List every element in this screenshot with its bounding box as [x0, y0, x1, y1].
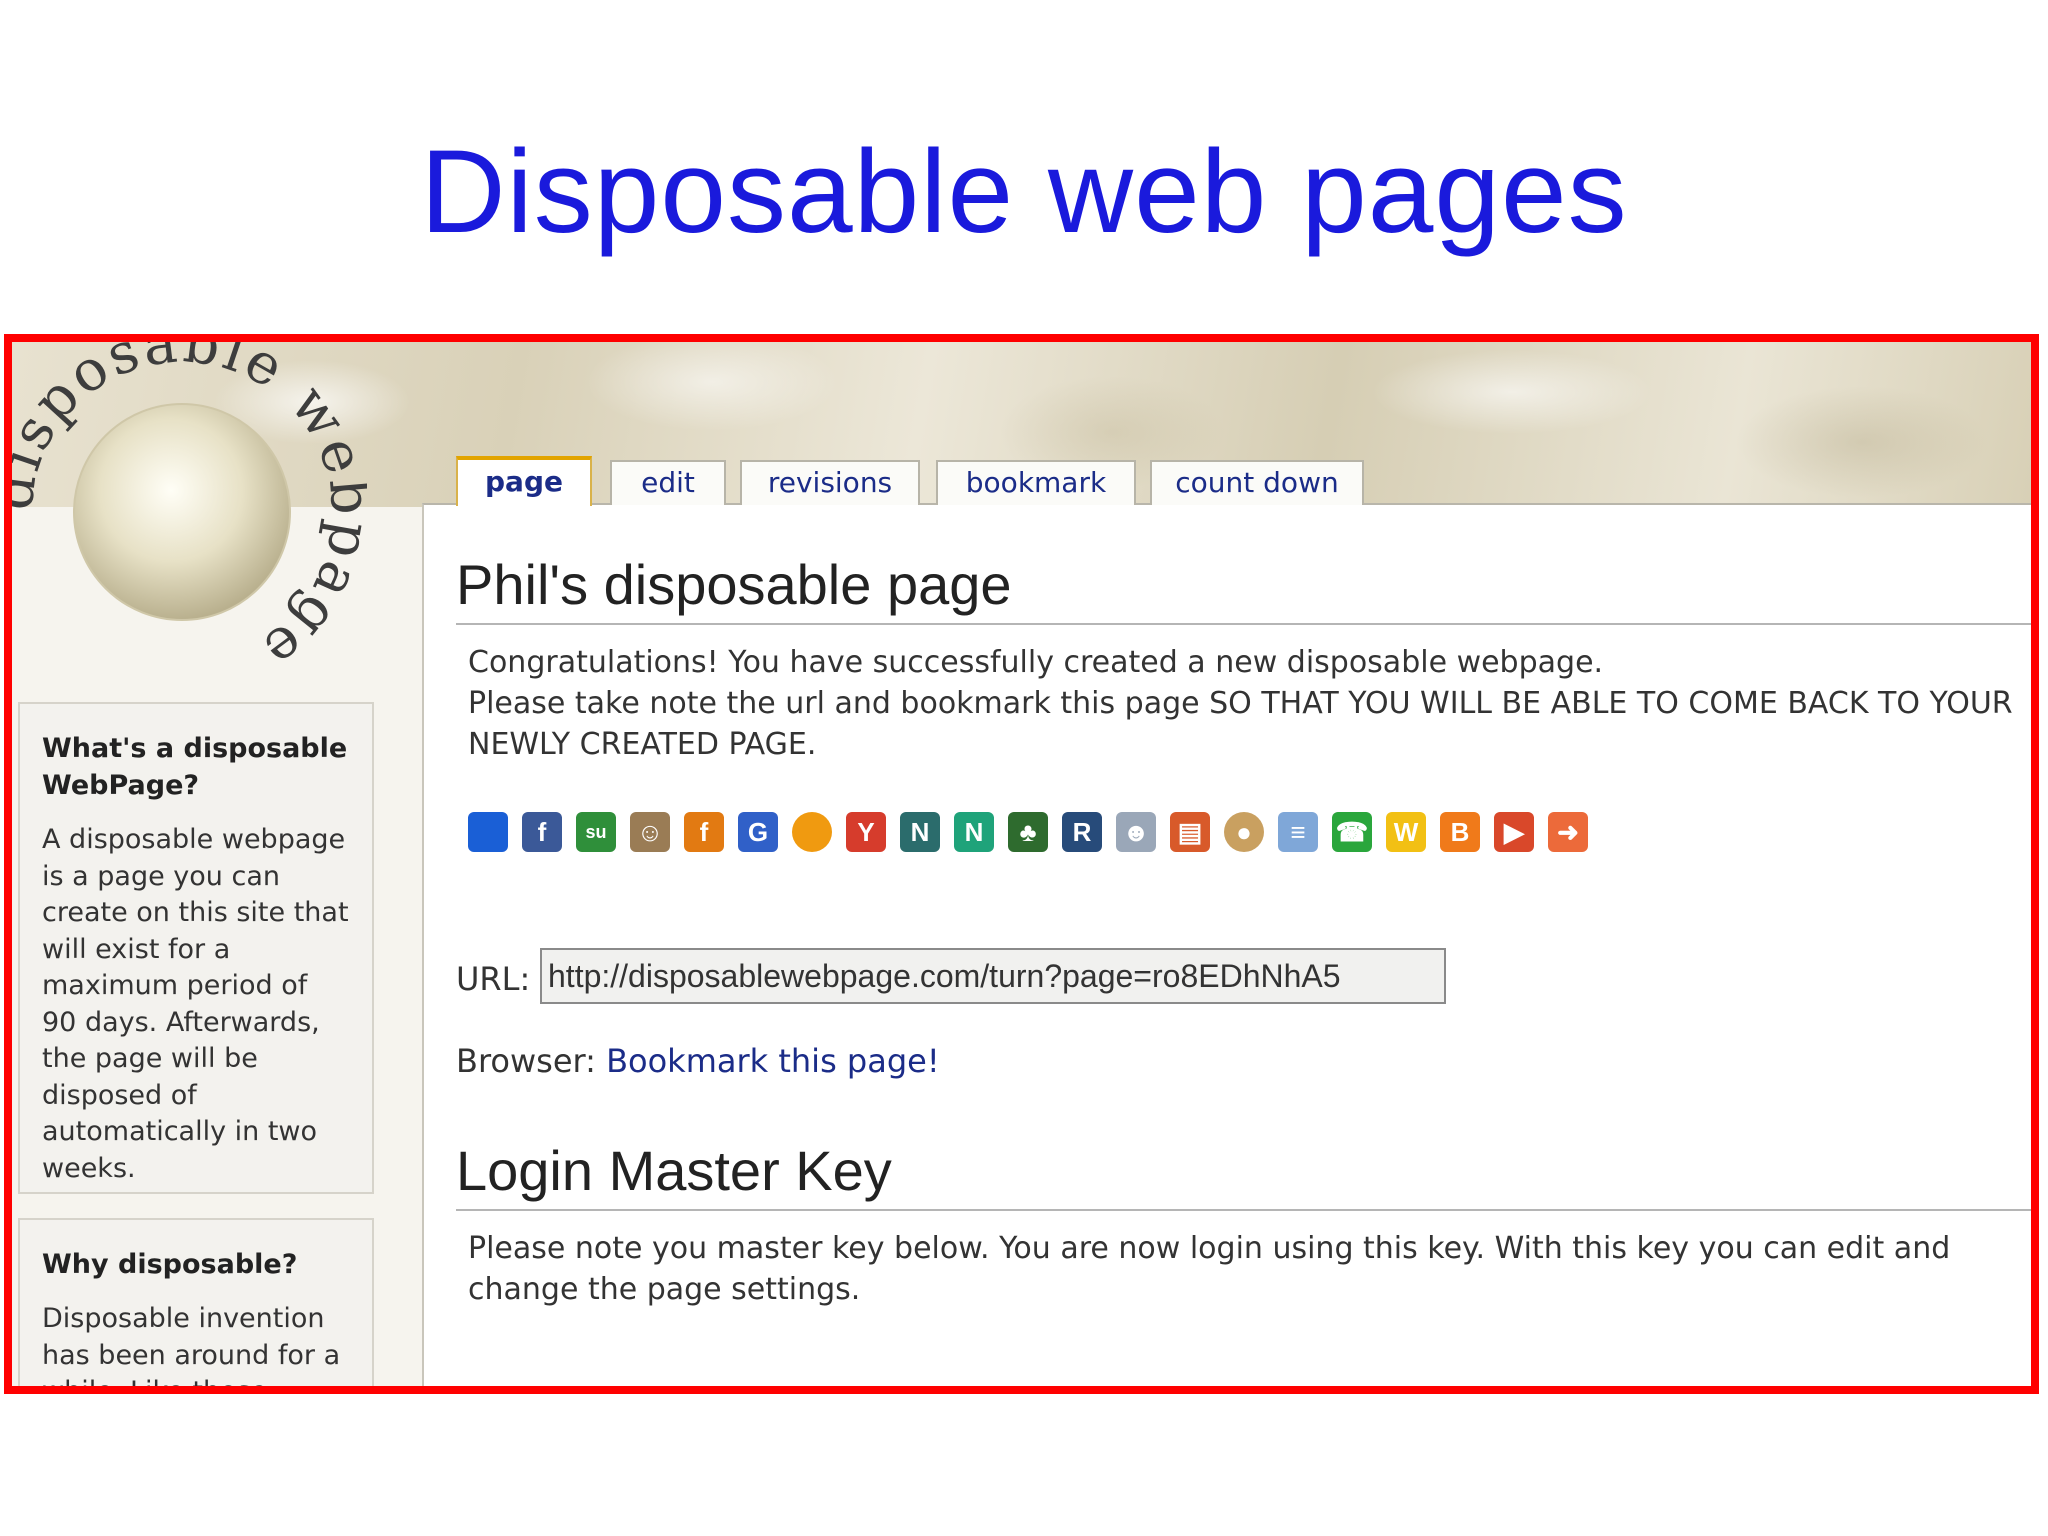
screenshot-frame: disposable webpage What's a disposable W…: [4, 334, 2039, 1394]
rss-icon[interactable]: R: [1062, 812, 1102, 852]
google-icon[interactable]: G: [738, 812, 778, 852]
dots-icon[interactable]: ●: [1224, 812, 1264, 852]
netscape-icon[interactable]: N: [900, 812, 940, 852]
w-icon[interactable]: W: [1386, 812, 1426, 852]
play-icon[interactable]: ▶: [1494, 812, 1534, 852]
bookmark-instruction: Please take note the url and bookmark th…: [468, 686, 2013, 762]
tab-page[interactable]: page: [456, 456, 592, 506]
blogger-icon[interactable]: B: [1440, 812, 1480, 852]
sidebar-heading: What's a disposable WebPage?: [42, 733, 348, 801]
tab-count-down[interactable]: count down: [1150, 460, 1364, 505]
tools-icon[interactable]: ▤: [1170, 812, 1210, 852]
sidebar-text: A disposable webpage is a page you can c…: [42, 824, 349, 1184]
leaf-icon[interactable]: ♣: [1008, 812, 1048, 852]
sidebar-text: Disposable invention has been around for…: [42, 1303, 341, 1394]
sidebar-box-why: Why disposable? Disposable invention has…: [18, 1218, 374, 1394]
newsvine-icon[interactable]: N: [954, 812, 994, 852]
sidebar-heading: Why disposable?: [42, 1249, 298, 1280]
login-master-key-heading: Login Master Key: [456, 1138, 2031, 1211]
furl-icon[interactable]: f: [684, 812, 724, 852]
browser-label: Browser:: [456, 1042, 596, 1080]
browser-row: Browser: Bookmark this page!: [456, 1042, 940, 1080]
share-arrow-icon[interactable]: ➜: [1548, 812, 1588, 852]
yahoo-icon[interactable]: Y: [846, 812, 886, 852]
tab-edit[interactable]: edit: [610, 460, 726, 505]
page-title: Phil's disposable page: [456, 552, 2031, 625]
reddit-icon[interactable]: ☻: [1116, 812, 1156, 852]
url-label: URL:: [456, 960, 531, 998]
success-message: Congratulations! You have successfully c…: [468, 642, 2028, 765]
chat-icon[interactable]: ☎: [1332, 812, 1372, 852]
tab-bookmark[interactable]: bookmark: [936, 460, 1136, 505]
slide-title: Disposable web pages: [420, 126, 1628, 258]
site-logo: disposable webpage: [12, 342, 367, 684]
orange-circle-icon[interactable]: [792, 812, 832, 852]
delicious-icon[interactable]: [468, 812, 508, 852]
success-line: Congratulations! You have successfully c…: [468, 645, 1604, 680]
stumbleupon-icon[interactable]: su: [576, 812, 616, 852]
facebook-icon[interactable]: f: [522, 812, 562, 852]
document-icon[interactable]: ≡: [1278, 812, 1318, 852]
avatar-icon[interactable]: ☺: [630, 812, 670, 852]
tab-revisions[interactable]: revisions: [740, 460, 920, 505]
sidebar-box-what: What's a disposable WebPage? A disposabl…: [18, 702, 374, 1194]
bookmark-link[interactable]: Bookmark this page!: [606, 1042, 940, 1080]
url-field[interactable]: http://disposablewebpage.com/turn?page=r…: [540, 948, 1446, 1004]
login-message: Please note you master key below. You ar…: [468, 1231, 1951, 1307]
